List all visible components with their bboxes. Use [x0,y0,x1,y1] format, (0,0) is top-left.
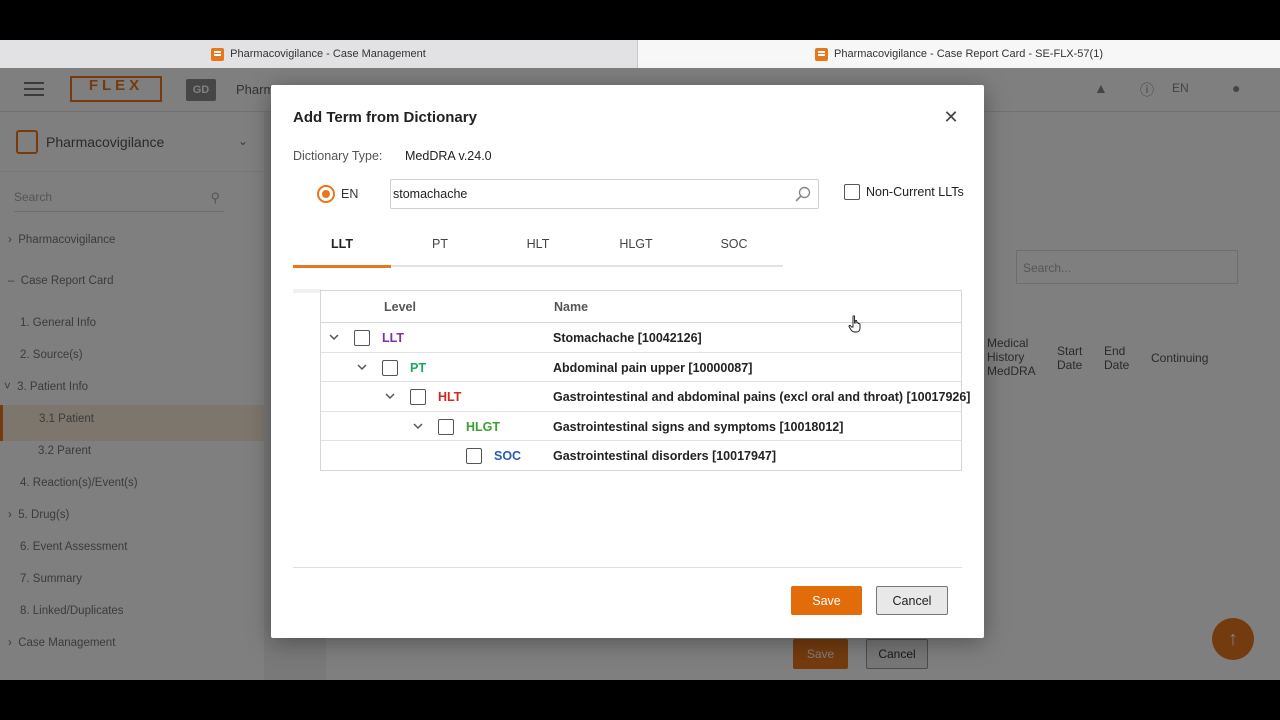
column-header-level: Level [384,300,416,314]
table-row[interactable]: LLT Stomachache [10042126] [321,323,961,353]
row-name: Stomachache [10042126] [553,331,702,345]
term-hierarchy-table: Level Name LLT Stomachache [10042126] PT Ab… [320,290,970,471]
row-level: SOC [494,449,522,463]
non-current-llts-checkbox[interactable] [844,184,860,200]
language-radio-label: EN [341,187,359,201]
row-name: Gastrointestinal signs and symptoms [100… [553,419,844,434]
browser-tab-label: Pharmacovigilance - Case Report Card - S… [834,48,1103,60]
table-row[interactable]: HLT Gastrointestinal and abdominal pains … [321,382,970,412]
row-checkbox[interactable] [354,330,370,346]
row-checkbox[interactable] [438,418,454,435]
row-name: Gastrointestinal and abdominal pains (ex… [553,390,971,404]
tree-scroll-gutter [293,289,321,293]
column-header-name: Name [554,300,589,314]
chevron-down-icon[interactable] [412,420,424,432]
level-tabs: LLT PT HLT HLGT SOC [293,225,783,269]
close-icon[interactable]: ✕ [941,107,961,127]
table-row[interactable]: PT Abdominal pain upper [10000087] [321,353,961,382]
search-icon[interactable] [794,185,812,203]
dictionary-type-value: MedDRA v.24.0 [405,149,492,163]
tab-llt[interactable]: LLT [293,225,391,265]
tab-pt[interactable]: PT [391,225,489,265]
hand-cursor-icon [848,315,861,333]
chevron-down-icon[interactable] [356,361,368,373]
row-checkbox[interactable] [382,359,398,376]
app-favicon-icon [815,47,828,61]
screen: Pharmacovigilance - Case Management Phar… [0,0,1280,720]
chevron-down-icon[interactable] [384,390,396,402]
term-search-field[interactable] [390,179,819,209]
cancel-button[interactable]: Cancel [876,586,948,615]
dialog-title: Add Term from Dictionary [293,109,477,126]
add-term-dialog: Add Term from Dictionary ✕ Dictionary Ty… [271,85,984,638]
row-checkbox[interactable] [466,448,482,464]
tab-hlgt[interactable]: HLGT [587,225,685,265]
tab-hlt[interactable]: HLT [489,225,587,265]
table-row[interactable]: SOC Gastrointestinal disorders [10017947] [321,441,961,471]
dialog-footer-divider [293,567,962,568]
row-checkbox[interactable] [410,389,426,405]
row-level: HLGT [466,419,501,434]
browser-tab-bar: Pharmacovigilance - Case Management Phar… [0,40,1280,68]
chevron-down-icon[interactable] [328,331,340,343]
row-level: LLT [382,331,404,345]
table-header: Level Name [321,291,961,323]
row-name: Gastrointestinal disorders [10017947] [553,449,777,463]
save-button[interactable]: Save [791,586,862,615]
non-current-llts-label: Non-Current LLTs [866,185,964,199]
browser-tab-case-report-card[interactable]: Pharmacovigilance - Case Report Card - S… [638,40,1280,68]
active-tab-indicator [293,265,391,268]
dictionary-type-label: Dictionary Type: [293,149,383,163]
app-favicon-icon [211,47,225,61]
table-row[interactable]: HLGT Gastrointestinal signs and symptoms … [321,412,961,441]
row-name: Abdominal pain upper [10000087] [553,360,753,375]
browser-tab-case-management[interactable]: Pharmacovigilance - Case Management [0,40,638,68]
row-level: HLT [438,390,462,404]
term-search-input[interactable] [393,181,783,207]
row-level: PT [410,360,426,375]
language-radio-en[interactable] [317,185,335,203]
browser-tab-label: Pharmacovigilance - Case Management [230,48,426,60]
tab-soc[interactable]: SOC [685,225,783,265]
